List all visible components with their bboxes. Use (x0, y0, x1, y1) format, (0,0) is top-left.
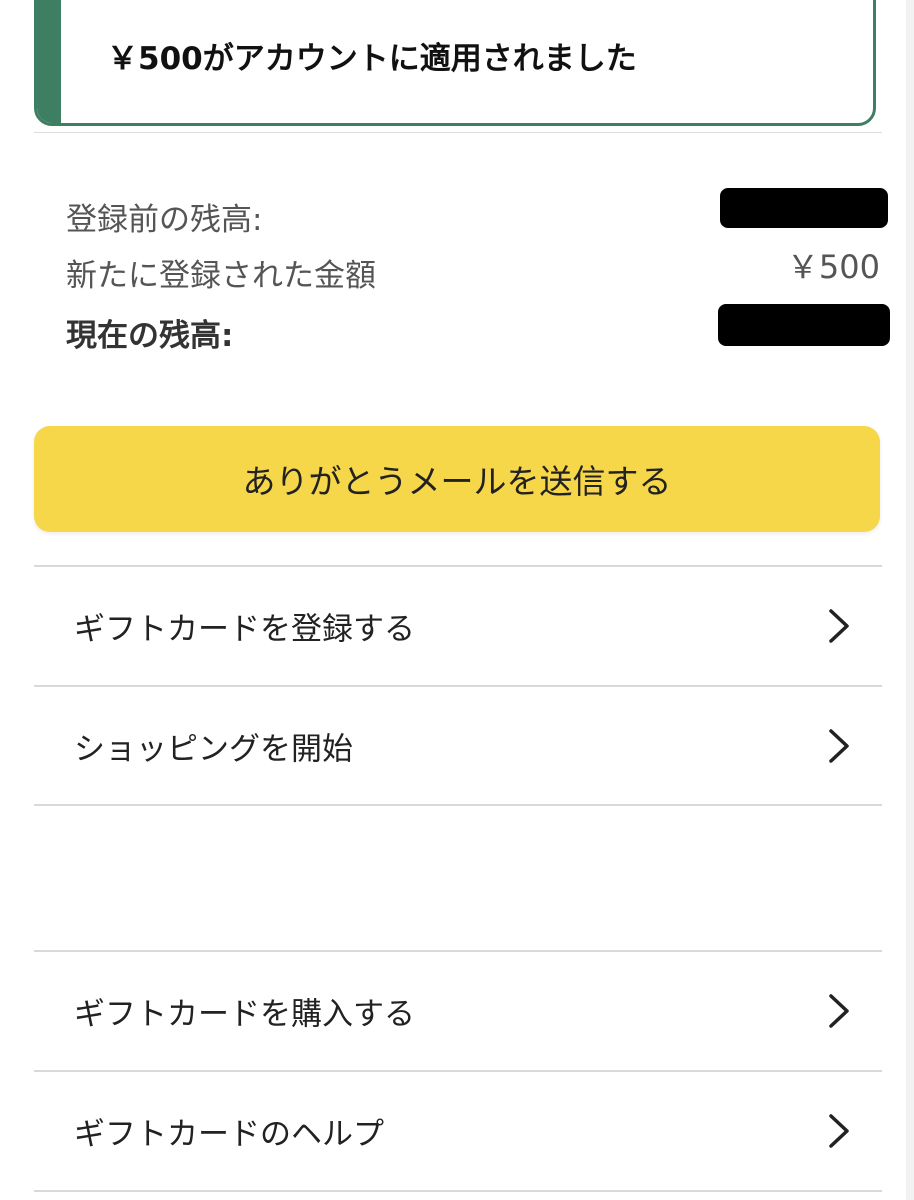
gift-card-redeem-page: ￥500がアカウントに適用されました 登録前の残高: 新たに登録された金額 ￥5… (0, 0, 914, 1200)
current-balance-label: 現在の残高: (66, 318, 234, 354)
menu-item-buy-gift-card[interactable]: ギフトカードを購入する (34, 952, 882, 1070)
menu-item-label: ギフトカードを購入する (74, 996, 415, 1033)
send-thank-you-email-button[interactable]: ありがとうメールを送信する (34, 426, 880, 532)
alert-accent-stripe (37, 0, 61, 123)
chevron-right-icon (829, 609, 849, 643)
menu-item-label: ショッピングを開始 (74, 731, 353, 768)
menu-item-label: ギフトカードのヘルプ (74, 1116, 384, 1153)
divider (34, 1190, 882, 1192)
previous-balance-redacted (720, 188, 888, 228)
divider (34, 132, 882, 133)
menu-item-gift-card-help[interactable]: ギフトカードのヘルプ (34, 1072, 882, 1190)
scroll-edge (906, 0, 914, 1200)
menu-item-start-shopping[interactable]: ショッピングを開始 (34, 687, 882, 805)
menu-item-redeem-gift-card[interactable]: ギフトカードを登録する (34, 567, 882, 685)
added-amount-value: ￥500 (786, 248, 880, 286)
menu-item-label: ギフトカードを登録する (74, 611, 415, 648)
chevron-right-icon (829, 729, 849, 763)
current-balance-redacted (718, 304, 890, 346)
chevron-right-icon (829, 994, 849, 1028)
divider (34, 804, 882, 806)
alert-message: ￥500がアカウントに適用されました (107, 41, 637, 77)
chevron-right-icon (829, 1114, 849, 1148)
previous-balance-label: 登録前の残高: (66, 202, 263, 238)
added-amount-label: 新たに登録された金額 (66, 258, 376, 294)
success-alert: ￥500がアカウントに適用されました (34, 0, 876, 126)
